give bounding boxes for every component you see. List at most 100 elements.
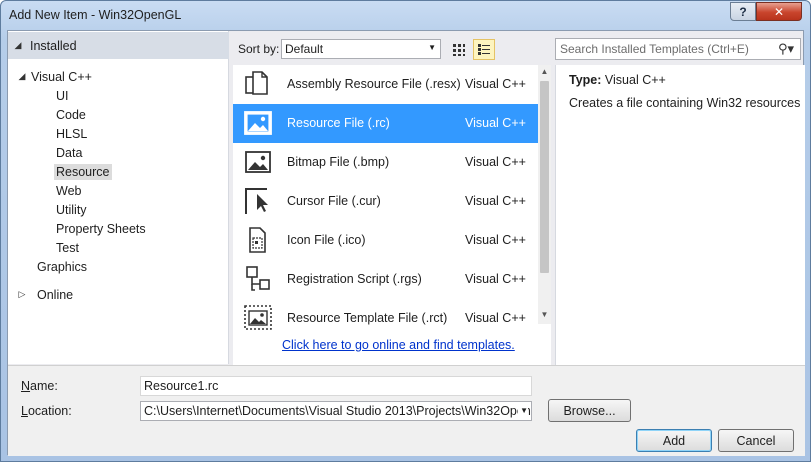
template-category-panel: ◢ Installed ◢ Visual C++ UI Code HLSL Da… [8,31,229,364]
tree-node-label: Web [56,183,82,198]
location-value: C:\Users\Internet\Documents\Visual Studi… [144,404,532,418]
template-row-bmp[interactable]: Bitmap File (.bmp) Visual C++ [233,143,538,182]
location-label-hotkey: L [21,404,28,418]
dialog-client-area: ◢ Installed ◢ Visual C++ UI Code HLSL Da… [7,30,805,456]
tree-node-label: Test [56,240,79,255]
template-name: Registration Script (.rgs) [287,272,422,286]
tree-node-resource[interactable]: Resource [8,162,229,181]
name-label-text: ame: [30,379,58,393]
search-icon[interactable]: ⚲▾ [778,41,794,57]
scroll-up-icon[interactable]: ▲ [538,67,551,79]
tree-node-test[interactable]: Test [8,238,229,257]
window-title: Add New Item - Win32OpenGL [9,8,182,22]
scroll-down-icon[interactable]: ▼ [538,310,551,322]
chevron-down-icon[interactable]: ▼ [518,406,528,415]
template-detail-panel: Type: Visual C++ Creates a file containi… [555,65,805,365]
name-input[interactable]: Resource1.rc [140,376,532,396]
tree-node-code[interactable]: Code [8,105,229,124]
type-label: Type: [569,73,602,87]
tree-node-visual-cpp[interactable]: ◢ Visual C++ [8,67,229,86]
template-language: Visual C++ [465,272,526,286]
installed-header[interactable]: ◢ Installed [8,32,229,59]
small-icons-view-button[interactable] [448,39,470,60]
tree-node-label: Code [56,107,86,122]
list-view-button[interactable] [473,39,495,60]
add-button[interactable]: Add [636,429,712,452]
tree-node-utility[interactable]: Utility [8,200,229,219]
tree-node-property-sheets[interactable]: Property Sheets [8,219,229,238]
template-row-ico[interactable]: Icon File (.ico) Visual C++ [233,221,538,260]
tree-node-graphics[interactable]: Graphics [8,257,229,276]
tree-node-hlsl[interactable]: HLSL [8,124,229,143]
template-language: Visual C++ [465,194,526,208]
online-label: Online [37,287,74,302]
sort-by-label: Sort by: [238,42,280,56]
template-row-cur[interactable]: Cursor File (.cur) Visual C++ [233,182,538,221]
help-button[interactable]: ? [730,2,756,21]
item-form: Name: Resource1.rc Location: C:\Users\In… [8,365,805,456]
expanded-triangle-icon: ◢ [18,71,26,81]
tree-node-ui[interactable]: UI [8,86,229,105]
category-tree: ◢ Visual C++ UI Code HLSL Data Resource … [8,67,229,276]
resource-file-icon [244,111,272,135]
tree-node-web[interactable]: Web [8,181,229,200]
tree-node-label: Data [56,145,83,160]
close-button[interactable]: ✕ [756,2,802,21]
template-list: Assembly Resource File (.resx) Visual C+… [233,65,551,365]
type-value: Visual C++ [604,73,666,87]
template-name: Assembly Resource File (.resx) [287,77,461,91]
tree-node-label: Graphics [37,259,88,274]
bitmap-file-icon [245,151,271,173]
tree-node-label: Property Sheets [56,221,146,236]
template-name: Resource File (.rc) [287,116,390,130]
template-language: Visual C++ [465,155,526,169]
template-row-rct[interactable]: Resource Template File (.rct) Visual C++ [233,299,538,338]
installed-label: Installed [30,38,77,53]
resource-template-icon [244,305,272,330]
tree-node-data[interactable]: Data [8,143,229,162]
cancel-label: Cancel [736,433,776,448]
registration-script-icon [246,266,270,291]
find-templates-online-link[interactable]: Click here to go online and find templat… [282,338,515,352]
search-installed-templates-input[interactable]: Search Installed Templates (Ctrl+E) ⚲▾ [555,38,801,60]
template-language: Visual C++ [465,116,526,130]
template-language: Visual C++ [465,311,526,325]
search-placeholder: Search Installed Templates (Ctrl+E) [560,42,749,56]
template-row-rgs[interactable]: Registration Script (.rgs) Visual C++ [233,260,538,299]
template-description: Creates a file containing Win32 resource… [569,96,801,110]
list-view-icon [478,43,490,55]
location-label-text: ocation: [27,404,72,418]
sort-by-dropdown[interactable]: Default ▼ [281,39,441,59]
location-combobox[interactable]: C:\Users\Internet\Documents\Visual Studi… [140,401,532,421]
tree-node-label: HLSL [56,126,88,141]
title-bar: Add New Item - Win32OpenGL ? ✕ [1,1,810,31]
resx-file-icon [245,71,268,95]
template-language: Visual C++ [465,233,526,247]
tree-node-label: UI [56,88,69,103]
tree-node-label: Utility [56,202,87,217]
collapsed-triangle-icon: ▷ [18,289,26,299]
template-name: Bitmap File (.bmp) [287,155,390,169]
chevron-down-icon: ▼ [428,43,436,52]
template-name: Icon File (.ico) [287,233,366,247]
sort-by-value: Default [285,42,324,56]
template-row-resx[interactable]: Assembly Resource File (.resx) Visual C+… [233,65,538,104]
online-header[interactable]: ▷ Online [8,285,229,304]
icon-file-icon [249,227,266,253]
tree-node-label: Visual C++ [31,69,92,84]
template-name: Resource Template File (.rct) [287,311,448,325]
browse-button[interactable]: Browse... [548,399,631,422]
tree-node-label: Resource [54,163,112,180]
name-label: Name: [21,379,58,393]
browse-label: Browse... [563,403,616,418]
name-value: Resource1.rc [144,379,219,393]
grid-view-icon [453,43,465,56]
template-list-scrollbar[interactable]: ▲ ▼ [538,65,551,324]
template-row-rc[interactable]: Resource File (.rc) Visual C++ [233,104,538,143]
location-label: Location: [21,404,72,418]
collapse-triangle-icon: ◢ [14,40,22,50]
add-new-item-dialog: Add New Item - Win32OpenGL ? ✕ ◢ Install… [0,0,811,462]
cancel-button[interactable]: Cancel [718,429,794,452]
scrollbar-thumb[interactable] [540,81,549,273]
template-language: Visual C++ [465,77,526,91]
